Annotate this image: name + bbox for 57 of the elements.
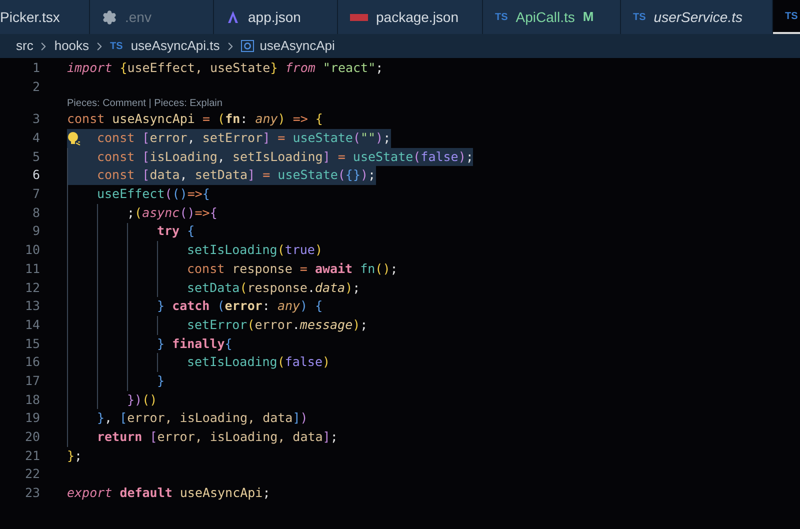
line-number: 13 — [24, 297, 40, 316]
code-line: }; — [67, 446, 82, 465]
modified-indicator: M — [582, 8, 594, 26]
code-line: } catch (error: any) { — [67, 297, 323, 316]
typescript-icon: TS — [110, 38, 123, 54]
codelens-links[interactable]: Pieces: Comment | Pieces: Explain — [67, 96, 222, 111]
code-line: ;(async()=>{ — [67, 204, 218, 222]
line-number: 18 — [24, 390, 40, 409]
code-line: setIsLoading(true) — [67, 241, 322, 260]
typescript-icon: TS — [495, 10, 508, 24]
line-number: 16 — [24, 353, 40, 372]
line-number: 1 — [31, 58, 40, 77]
code-line: return [error, isLoading, data]; — [67, 428, 338, 447]
line-number: 5 — [31, 148, 40, 166]
code-line: } — [67, 372, 165, 391]
line-number: 2 — [31, 78, 40, 96]
line-number: 23 — [24, 484, 40, 502]
line-number: 11 — [24, 260, 40, 278]
code-line: import {useEffect, useState} from "react"; — [67, 59, 384, 77]
code-line: try { — [67, 222, 195, 242]
symbol-icon — [240, 40, 254, 52]
line-number: 8 — [31, 204, 40, 222]
editor-tab[interactable]: TS — [773, 0, 800, 34]
breadcrumb-item[interactable]: hooks — [54, 36, 90, 56]
letter-a-logo-icon — [226, 10, 240, 24]
code-line: setData(response.data); — [67, 278, 360, 298]
code-line: } finally{ — [67, 334, 232, 354]
code-line: export default useAsyncApi; — [67, 484, 270, 502]
code-line: const response = await fn(); — [67, 260, 398, 279]
gear-icon — [102, 10, 117, 24]
line-number: 12 — [24, 278, 40, 297]
code-line: setError(error.message); — [67, 316, 368, 335]
line-number: 22 — [24, 465, 40, 484]
line-number: 10 — [24, 241, 40, 260]
breadcrumb-item[interactable]: useAsyncApi.ts — [130, 36, 220, 56]
line-number: 15 — [24, 334, 40, 353]
code-line: setIsLoading(false) — [67, 353, 330, 372]
line-number: 4 — [31, 129, 40, 148]
line-number: 6 — [31, 166, 40, 184]
line-number: 19 — [24, 409, 40, 428]
line-number: 21 — [24, 446, 40, 465]
line-number: 20 — [24, 428, 40, 446]
lightbulb-icon[interactable] — [67, 131, 81, 146]
line-number: 9 — [31, 222, 40, 240]
typescript-icon: TS — [633, 10, 646, 24]
line-number: 3 — [31, 110, 40, 128]
editor-tab[interactable]: Picker.tsx — [0, 0, 90, 34]
code-line: const useAsyncApi = (fn: any) => { — [67, 110, 323, 128]
code-line: })() — [67, 390, 158, 410]
typescript-icon: TS — [785, 8, 798, 24]
line-number: 17 — [24, 372, 40, 390]
breadcrumb-item[interactable]: useAsyncApi — [260, 36, 335, 56]
line-number: 14 — [24, 316, 40, 334]
breadcrumb-item[interactable]: src — [16, 36, 34, 56]
code-line: }, [error, isLoading, data]) — [67, 409, 308, 428]
code-line: useEffect(()=>{ — [67, 185, 210, 204]
line-number: 7 — [31, 185, 40, 204]
